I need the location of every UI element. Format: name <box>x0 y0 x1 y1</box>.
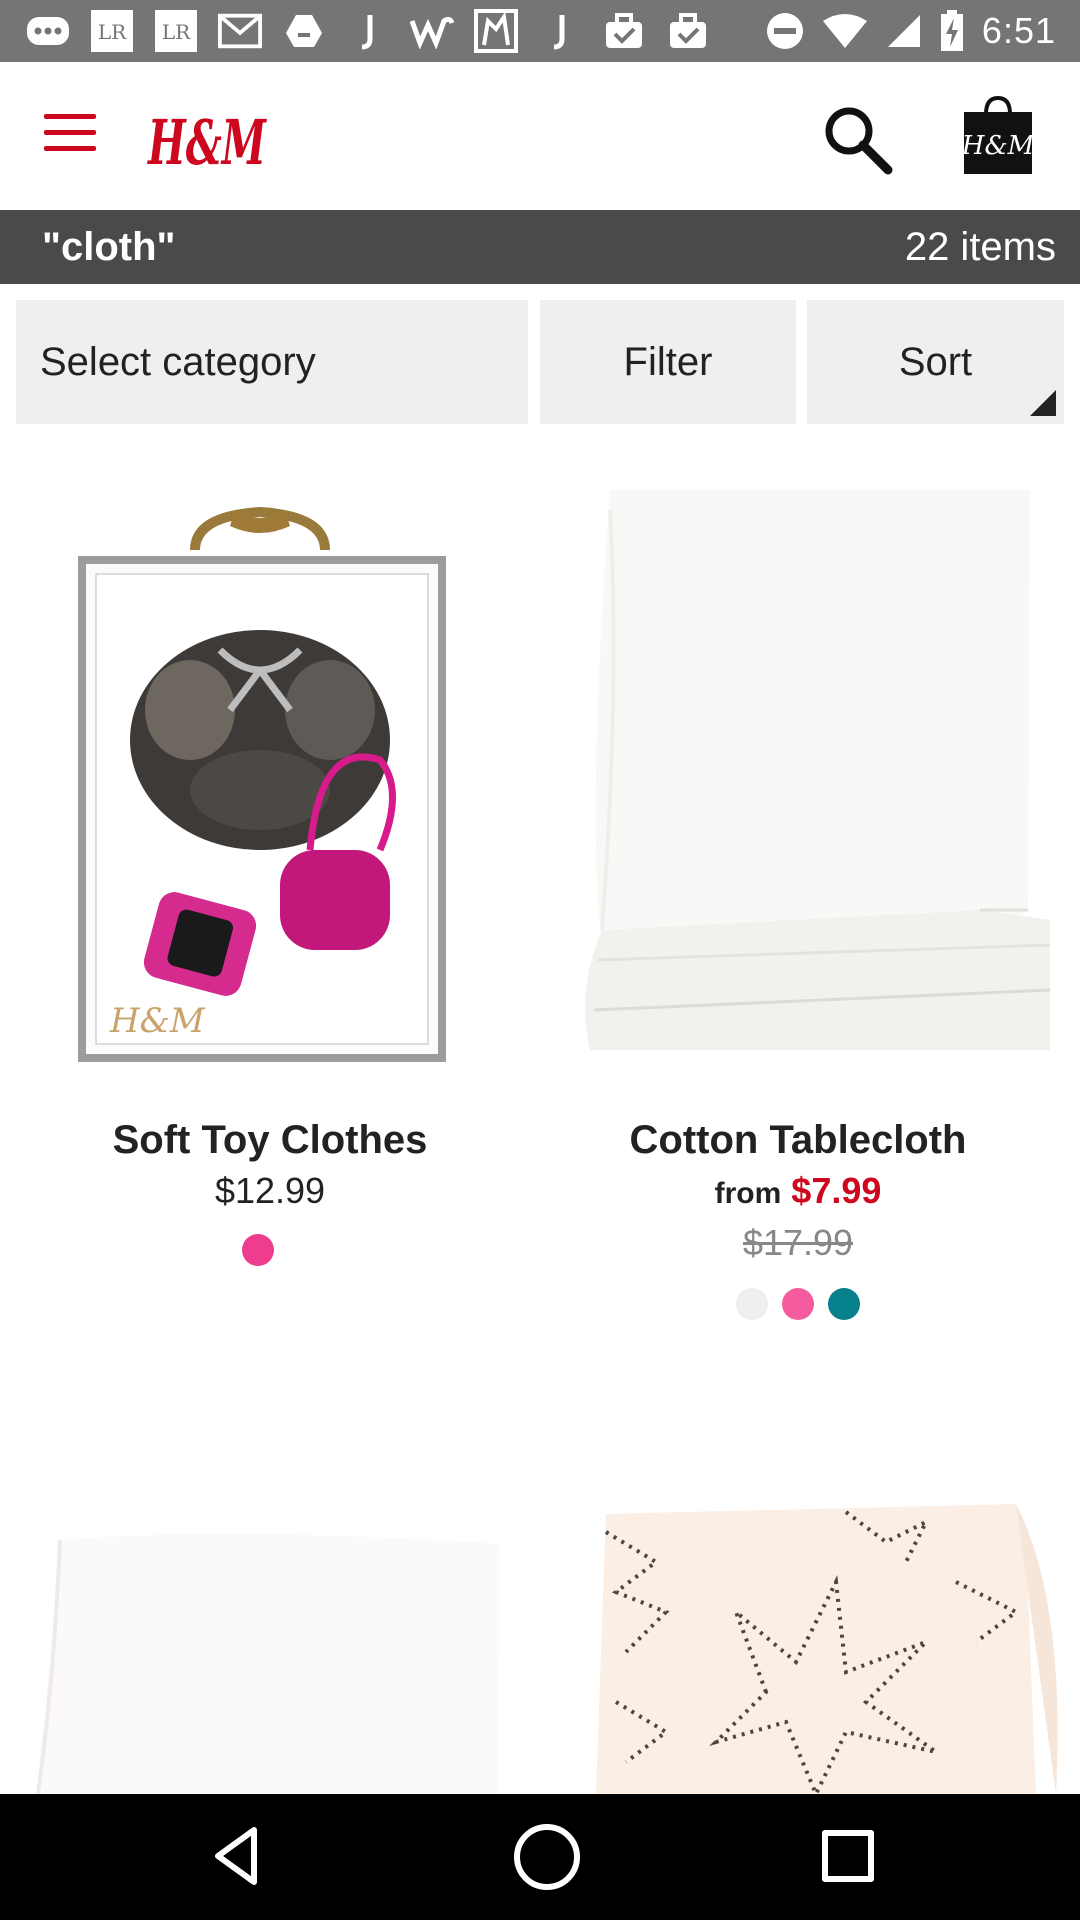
recents-icon[interactable] <box>822 1830 874 1882</box>
product-image[interactable]: H&M <box>60 490 460 1070</box>
search-icon[interactable] <box>820 102 894 176</box>
lr-icon-label: LR <box>162 20 191 44</box>
shopping-bag-icon[interactable]: H&M <box>960 94 1036 178</box>
result-count: 22 items <box>904 225 1056 269</box>
search-results-header: "cloth" 22 items <box>0 210 1080 284</box>
product-name[interactable]: Soft Toy Clothes <box>0 1118 540 1163</box>
map-icon <box>474 9 518 53</box>
filter-button[interactable]: Filter <box>540 300 796 424</box>
color-swatches <box>528 1288 1068 1320</box>
w-icon <box>410 11 454 51</box>
menu-icon-line <box>44 146 96 151</box>
home-icon[interactable] <box>514 1824 580 1890</box>
signal-icon <box>887 15 920 47</box>
mail-icon <box>218 11 262 51</box>
sale-price: $7.99 <box>791 1170 882 1211</box>
lr-icon: LR <box>90 10 134 52</box>
product-price: from $7.99 <box>528 1170 1068 1212</box>
product-card[interactable] <box>0 1480 540 1794</box>
product-price: $12.99 <box>214 1170 326 1211</box>
color-swatch[interactable] <box>736 1288 768 1320</box>
app-header: H&M H&M <box>0 62 1080 210</box>
printed-tablecloth-image <box>596 1504 1058 1794</box>
filter-label: Filter <box>623 339 713 384</box>
lr-icon: LR <box>154 10 198 52</box>
product-card[interactable]: H&M Soft Toy Clothes $12.99 <box>0 470 540 1350</box>
clock: 6:51 <box>981 10 1056 51</box>
category-select-label: Select category <box>40 339 316 384</box>
drive-icon <box>282 11 326 51</box>
product-image[interactable] <box>596 1502 1068 1794</box>
briefcase-check-icon <box>666 11 710 51</box>
lr-icon-label: LR <box>98 20 127 44</box>
image-watermark: H&M <box>109 1001 206 1041</box>
system-indicators: 6:51 <box>766 0 1056 62</box>
notification-icons: LR LR <box>26 0 710 62</box>
wifi-icon <box>822 14 867 48</box>
hm-logo[interactable]: H&M <box>146 92 270 182</box>
color-swatch[interactable] <box>828 1288 860 1320</box>
tablecloth-image <box>585 490 1050 1050</box>
color-swatches <box>0 1234 528 1266</box>
color-swatch[interactable] <box>782 1288 814 1320</box>
sort-button[interactable]: Sort <box>807 300 1064 424</box>
status-bar: LR LR 6:51 <box>0 0 1080 62</box>
menu-button[interactable] <box>44 114 98 154</box>
category-select[interactable]: Select category <box>16 300 528 424</box>
system-nav-bar <box>0 1794 1080 1920</box>
product-card[interactable] <box>540 1480 1080 1794</box>
dropdown-corner-icon <box>1030 390 1056 416</box>
do-not-disturb-icon <box>766 13 803 49</box>
white-textile-image <box>36 1533 500 1794</box>
product-image[interactable] <box>30 1530 510 1794</box>
sort-label: Sort <box>898 339 973 384</box>
briefcase-check-icon <box>602 11 646 51</box>
product-card[interactable]: Cotton Tablecloth from $7.99 $17.99 <box>540 470 1080 1350</box>
toy-clothes-box-image: H&M <box>78 506 446 1062</box>
j-icon <box>346 11 390 51</box>
battery-charging-icon <box>940 10 963 51</box>
product-name[interactable]: Cotton Tablecloth <box>528 1118 1068 1163</box>
menu-icon-line <box>44 130 96 135</box>
back-icon[interactable] <box>206 1824 270 1888</box>
product-image[interactable] <box>580 490 1050 1070</box>
bag-logo-text: H&M <box>961 131 1036 161</box>
search-query: "cloth" <box>42 225 176 269</box>
hm-logo-text: H&M <box>147 106 268 179</box>
menu-icon-line <box>44 114 96 119</box>
original-price: $17.99 <box>742 1222 854 1263</box>
more-icon <box>26 11 70 51</box>
from-label: from <box>714 1177 782 1210</box>
color-swatch[interactable] <box>242 1234 274 1266</box>
j-icon <box>538 11 582 51</box>
